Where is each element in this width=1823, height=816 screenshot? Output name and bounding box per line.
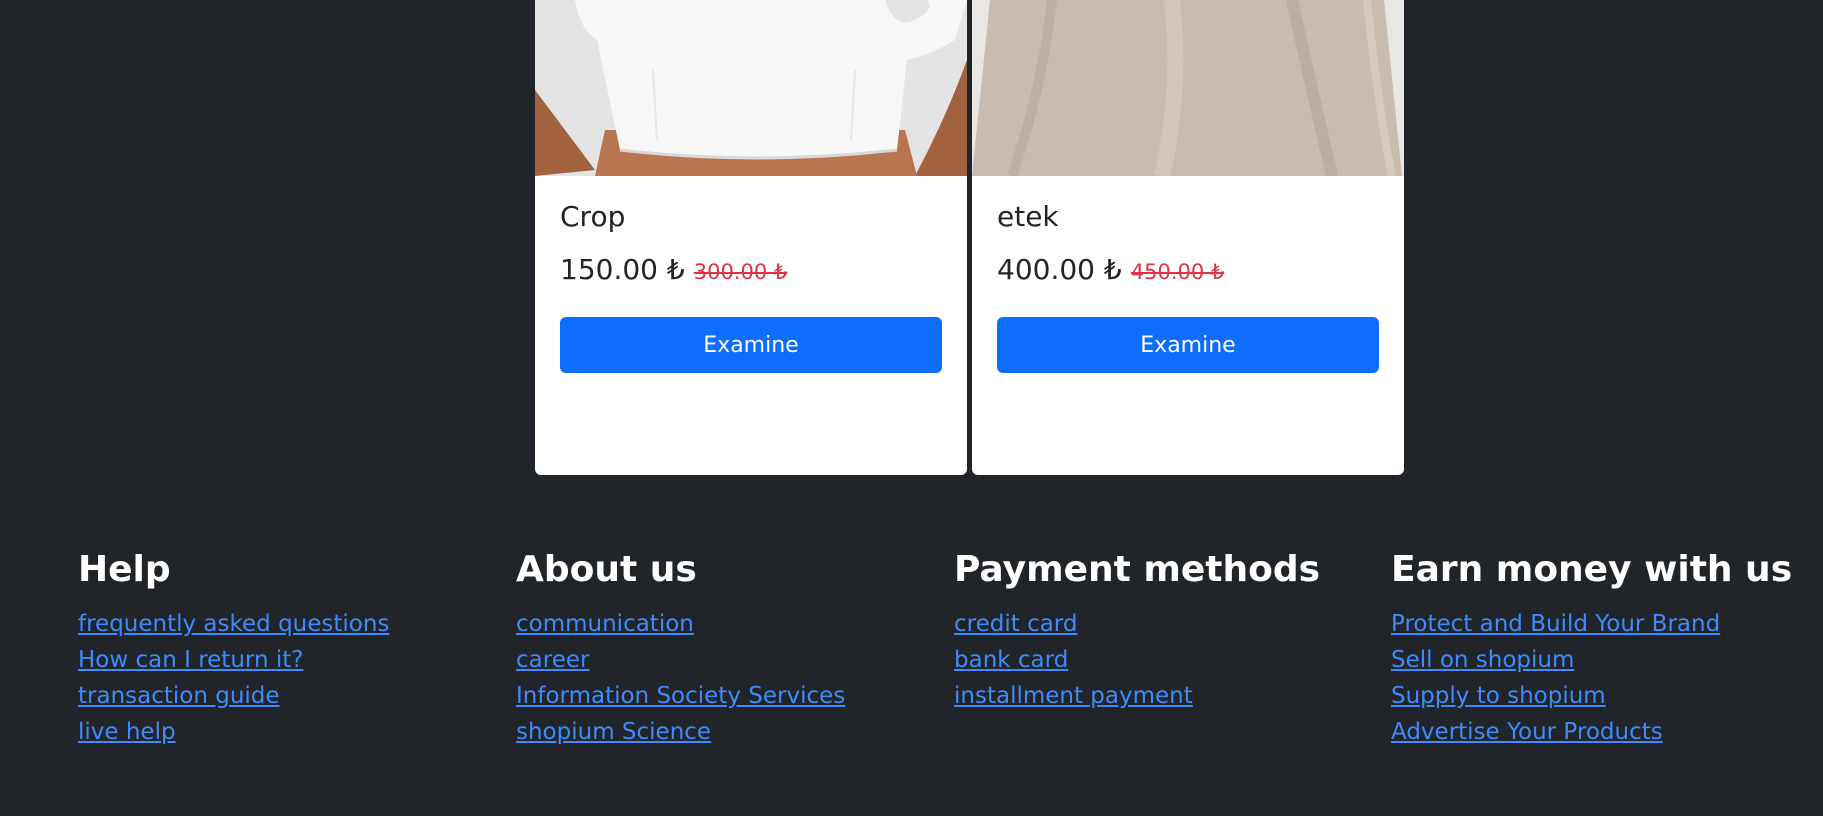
- product-card: Crop 150.00 ₺ 300.00 ₺ Examine: [535, 0, 967, 475]
- footer-link[interactable]: career: [516, 642, 936, 678]
- footer-link[interactable]: How can I return it?: [78, 642, 498, 678]
- product-title: Crop: [560, 200, 626, 233]
- product-image[interactable]: [972, 0, 1404, 176]
- footer-link[interactable]: Advertise Your Products: [1391, 714, 1811, 750]
- footer-heading: Help: [78, 549, 171, 590]
- price-row: 400.00 ₺ 450.00 ₺: [997, 253, 1224, 286]
- crop-top-photo-icon: [535, 0, 967, 176]
- footer-link[interactable]: shopium Science: [516, 714, 936, 750]
- examine-button[interactable]: Examine: [560, 317, 942, 373]
- footer-link[interactable]: Protect and Build Your Brand: [1391, 606, 1811, 642]
- footer-column-earn: Earn money with us Protect and Build You…: [1391, 548, 1811, 750]
- footer-link[interactable]: Information Society Services: [516, 678, 936, 714]
- footer-column-help: Help frequently asked questions How can …: [78, 548, 498, 750]
- footer-link[interactable]: live help: [78, 714, 498, 750]
- footer-column-payment: Payment methods credit card bank card in…: [954, 548, 1374, 714]
- footer-link[interactable]: Supply to shopium: [1391, 678, 1811, 714]
- footer-link[interactable]: installment payment: [954, 678, 1374, 714]
- skirt-photo-icon: [972, 0, 1404, 176]
- product-card: etek 400.00 ₺ 450.00 ₺ Examine: [972, 0, 1404, 475]
- original-price: 450.00 ₺: [1130, 260, 1225, 284]
- product-image[interactable]: [535, 0, 967, 176]
- price-row: 150.00 ₺ 300.00 ₺: [560, 253, 787, 286]
- current-price: 400.00 ₺: [997, 253, 1122, 286]
- footer-heading: Earn money with us: [1391, 549, 1793, 590]
- footer-link[interactable]: Sell on shopium: [1391, 642, 1811, 678]
- footer-heading: About us: [516, 549, 697, 590]
- product-grid: Crop 150.00 ₺ 300.00 ₺ Examine etek 400.…: [535, 0, 1405, 475]
- footer-link[interactable]: credit card: [954, 606, 1374, 642]
- footer-link[interactable]: bank card: [954, 642, 1374, 678]
- original-price: 300.00 ₺: [693, 260, 788, 284]
- footer-column-about: About us communication career Informatio…: [516, 548, 936, 750]
- footer-heading: Payment methods: [954, 549, 1321, 590]
- footer-link[interactable]: transaction guide: [78, 678, 498, 714]
- examine-button[interactable]: Examine: [997, 317, 1379, 373]
- current-price: 150.00 ₺: [560, 253, 685, 286]
- footer-link[interactable]: frequently asked questions: [78, 606, 498, 642]
- footer-link[interactable]: communication: [516, 606, 936, 642]
- product-title: etek: [997, 200, 1059, 233]
